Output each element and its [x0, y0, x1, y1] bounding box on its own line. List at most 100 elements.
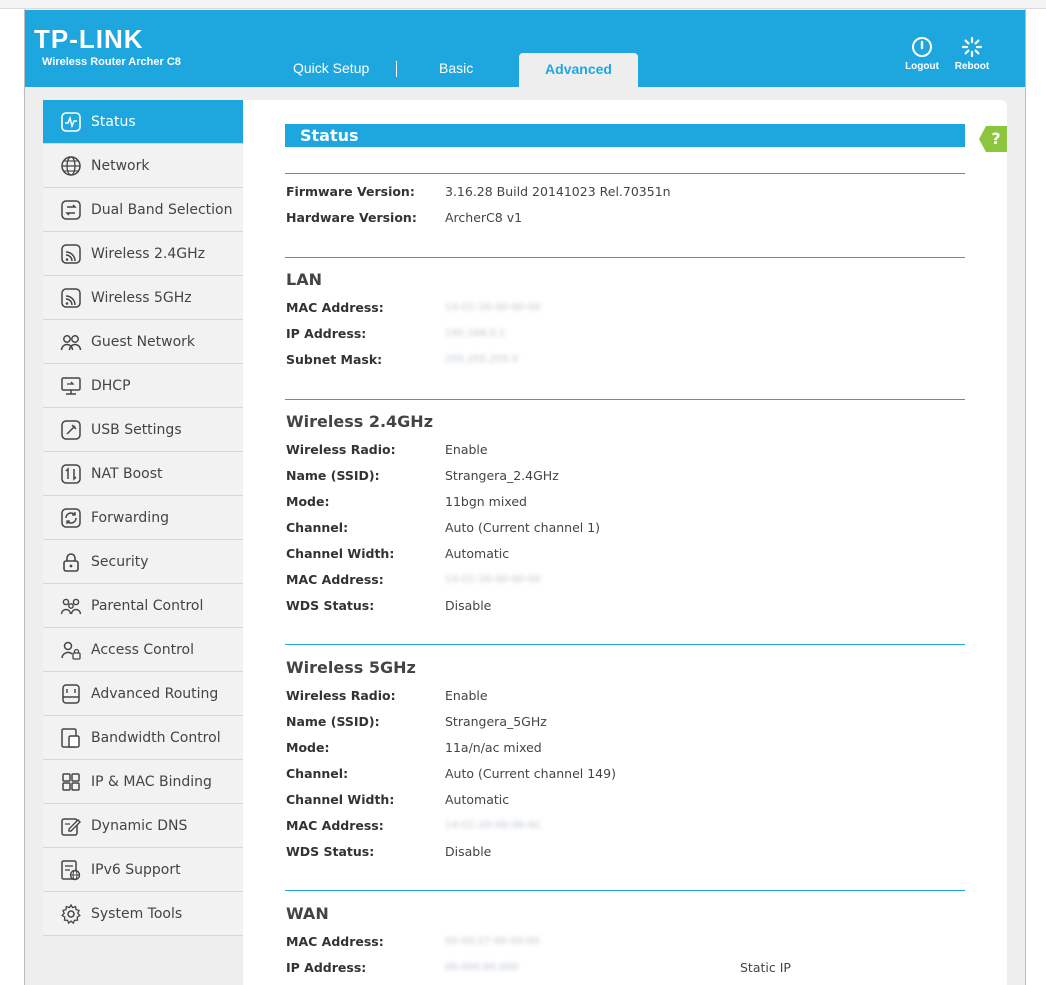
field-value: Strangera_2.4GHz — [445, 468, 559, 483]
sidebar-item-advanced-routing[interactable]: Advanced Routing — [43, 672, 243, 716]
field-value: 00.000.00.000 — [445, 962, 519, 973]
sidebar-item-status[interactable]: Status — [43, 100, 243, 144]
field-value: 192.168.0.1 — [445, 328, 506, 339]
sidebar-item-dual-band-selection[interactable]: Dual Band Selection — [43, 188, 243, 232]
field-label: Subnet Mask: — [286, 352, 383, 367]
sidebar-item-label: Wireless 5GHz — [91, 289, 192, 306]
sidebar-item-access-control[interactable]: Access Control — [43, 628, 243, 672]
sidebar-item-label: USB Settings — [91, 421, 182, 438]
field-value: Auto (Current channel 1) — [445, 520, 601, 535]
sidebar-item-wireless-24ghz[interactable]: Wireless 2.4GHz — [43, 232, 243, 276]
field-label: IP Address: — [286, 326, 367, 341]
status-icon — [60, 111, 82, 133]
section-divider — [285, 890, 965, 891]
field-label: Firmware Version: — [286, 184, 415, 199]
field-value: Disable — [445, 598, 492, 613]
field-label: Wireless Radio: — [286, 442, 396, 457]
field-label: WDS Status: — [286, 598, 375, 613]
power-icon — [912, 37, 932, 57]
sidebar-item-label: Network — [91, 157, 150, 174]
sidebar-item-system-tools[interactable]: System Tools — [43, 892, 243, 936]
sidebar-item-parental-control[interactable]: Parental Control — [43, 584, 243, 628]
field-label: Hardware Version: — [286, 210, 417, 225]
section-divider — [285, 399, 965, 400]
edit-icon — [60, 815, 82, 837]
section-divider — [285, 173, 965, 174]
lock-icon — [60, 551, 82, 573]
tab-basic[interactable]: Basic — [439, 60, 473, 76]
sidebar-item-label: IP & MAC Binding — [91, 773, 212, 790]
sidebar-item-dynamic-dns[interactable]: Dynamic DNS — [43, 804, 243, 848]
user-lock-icon — [60, 639, 82, 661]
sidebar-item-label: Security — [91, 553, 149, 570]
field-value: 14-CC-20-00-00-00 — [445, 302, 541, 313]
field-value: 255.255.255.0 — [445, 354, 519, 365]
logout-button[interactable]: Logout — [900, 36, 944, 72]
sidebar-item-label: Wireless 2.4GHz — [91, 245, 206, 262]
reboot-button[interactable]: Reboot — [950, 36, 994, 72]
field-label: Wireless Radio: — [286, 688, 396, 703]
sidebar-item-label: DHCP — [91, 377, 131, 394]
field-value: 11bgn mixed — [445, 494, 527, 509]
section-divider — [285, 644, 965, 645]
sidebar-item-label: Parental Control — [91, 597, 204, 614]
logout-label: Logout — [905, 61, 939, 72]
sidebar-item-bandwidth-control[interactable]: Bandwidth Control — [43, 716, 243, 760]
field-label: MAC Address: — [286, 818, 384, 833]
sidebar-item-label: Dual Band Selection — [91, 201, 233, 218]
section-title-wireless-5ghz: Wireless 5GHz — [286, 658, 416, 677]
sidebar-item-label: System Tools — [91, 905, 183, 922]
field-value: 00-00-27-00-00-00 — [445, 936, 540, 947]
ipv6-icon — [60, 859, 82, 881]
field-label: Name (SSID): — [286, 714, 380, 729]
sidebar-item-label: Bandwidth Control — [91, 729, 221, 746]
field-value: Enable — [445, 442, 488, 457]
sidebar-item-forwarding[interactable]: Forwarding — [43, 496, 243, 540]
sidebar-item-label: IPv6 Support — [91, 861, 181, 878]
field-value: Enable — [445, 688, 488, 703]
field-label: Channel Width: — [286, 792, 395, 807]
field-value: Disable — [445, 844, 492, 859]
field-label: MAC Address: — [286, 934, 384, 949]
reboot-icon — [961, 36, 983, 58]
field-label: Channel Width: — [286, 546, 395, 561]
sidebar-item-guest-network[interactable]: Guest Network — [43, 320, 243, 364]
field-label: Mode: — [286, 740, 330, 755]
binding-icon — [60, 771, 82, 793]
sidebar-item-label: Dynamic DNS — [91, 817, 188, 834]
tab-quick-setup[interactable]: Quick Setup — [293, 60, 369, 76]
section-title-wan: WAN — [286, 904, 329, 923]
sidebar-item-dhcp[interactable]: DHCP — [43, 364, 243, 408]
tab-advanced[interactable]: Advanced — [519, 53, 638, 87]
section-title-lan: LAN — [286, 270, 322, 289]
sidebar-item-label: NAT Boost — [91, 465, 163, 482]
field-value: Automatic — [445, 546, 510, 561]
field-label: WDS Status: — [286, 844, 375, 859]
wireless-icon — [60, 287, 82, 309]
sidebar-item-nat-boost[interactable]: NAT Boost — [43, 452, 243, 496]
sidebar-item-usb-settings[interactable]: USB Settings — [43, 408, 243, 452]
monitor-icon — [60, 375, 82, 397]
field-label: MAC Address: — [286, 572, 384, 587]
field-value: Strangera_5GHz — [445, 714, 547, 729]
family-icon — [60, 595, 82, 617]
sidebar-item-network[interactable]: Network — [43, 144, 243, 188]
sidebar-item-wireless-5ghz[interactable]: Wireless 5GHz — [43, 276, 243, 320]
sidebar-item-label: Access Control — [91, 641, 194, 658]
field-value: 11a/n/ac mixed — [445, 740, 542, 755]
field-value: Auto (Current channel 149) — [445, 766, 616, 781]
field-value: 3.16.28 Build 20141023 Rel.70351n — [445, 184, 671, 199]
sidebar-item-security[interactable]: Security — [43, 540, 243, 584]
bandwidth-icon — [60, 727, 82, 749]
field-label: IP Address: — [286, 960, 367, 975]
sidebar-item-label: Advanced Routing — [91, 685, 219, 702]
field-label: Name (SSID): — [286, 468, 380, 483]
field-label: Channel: — [286, 520, 349, 535]
reboot-label: Reboot — [954, 61, 990, 72]
sidebar-item-label: Status — [91, 113, 136, 130]
field-value: Automatic — [445, 792, 510, 807]
nat-boost-icon — [60, 463, 82, 485]
sidebar-item-ip-mac-binding[interactable]: IP & MAC Binding — [43, 760, 243, 804]
sidebar-item-ipv6-support[interactable]: IPv6 Support — [43, 848, 243, 892]
dual-band-icon — [60, 199, 82, 221]
